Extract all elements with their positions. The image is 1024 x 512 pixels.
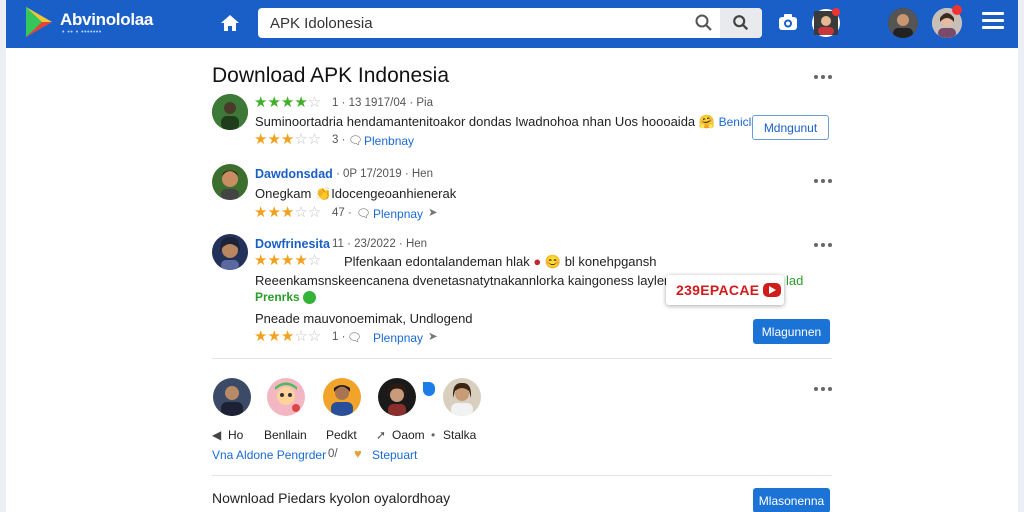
review-author[interactable]: Dawdonsdad: [255, 167, 333, 181]
review-date: · 0P 17/2019 · Hen: [336, 168, 433, 180]
person-avatar-icon: [323, 378, 361, 416]
reply-count: 3 ·: [332, 134, 346, 146]
comment-icon[interactable]: 🗨: [347, 330, 362, 344]
emoji-icon: 🤗: [698, 114, 715, 129]
comment-icon[interactable]: 🗨: [356, 206, 371, 220]
person-avatar-icon: [212, 234, 248, 270]
chat-icon[interactable]: [423, 382, 435, 396]
heart-icon[interactable]: ♥: [354, 446, 362, 461]
reply-count: 47 ·: [332, 207, 352, 219]
check-icon: [303, 291, 317, 305]
main-card: Download APK Indonesia ★★★★☆ 1 · 13 1917…: [6, 48, 1018, 512]
more-options-icon[interactable]: [814, 240, 834, 250]
brand-name[interactable]: Abvinololaa: [60, 10, 153, 30]
reply-link[interactable]: Plenpnay: [373, 331, 423, 345]
person-avatar-icon: [213, 378, 251, 416]
footer-link[interactable]: Vna Aldone Pengrder: [212, 448, 326, 462]
review-text: Pneade mauvonoemimak, Undlogend: [255, 311, 473, 326]
emoji-icon: 👏: [315, 186, 332, 201]
divider: [212, 358, 832, 359]
review-author[interactable]: Dowfrinesita: [255, 237, 330, 251]
divider: [212, 475, 832, 476]
star-rating: ★★★★☆: [254, 94, 322, 111]
search-bar: [258, 8, 762, 38]
review-text: Reeenkamsnskeencanena dvenetasnatytnakan…: [255, 273, 683, 288]
brand-tagline: • •• • •••••••: [62, 29, 102, 36]
promo-badge[interactable]: 239EPACAE: [666, 275, 784, 305]
share-icon[interactable]: ➤: [428, 205, 438, 219]
camera-icon: [779, 14, 797, 30]
page-title: Download APK Indonesia: [212, 64, 449, 87]
share-icon[interactable]: ➤: [428, 329, 438, 343]
review-text: Suminoortadria hendamantenitoakor dondas…: [255, 114, 765, 129]
person-avatar[interactable]: [267, 378, 305, 416]
emoji-icon: 😊: [544, 254, 562, 269]
send-icon[interactable]: ➚: [376, 428, 386, 442]
star-rating: ★★★★☆: [254, 252, 322, 269]
review-action-button[interactable]: Mlagunnen: [753, 319, 830, 344]
avatar[interactable]: [212, 234, 248, 270]
home-button[interactable]: [216, 10, 244, 36]
review-date: 11 · 23/2022 · Hen: [332, 238, 428, 250]
more-options-icon[interactable]: [814, 384, 834, 394]
person-avatar-icon: [212, 94, 248, 130]
search-input[interactable]: [270, 13, 690, 33]
person-avatar[interactable]: [443, 378, 481, 416]
footer-separator: 0/: [328, 448, 338, 460]
more-options-icon[interactable]: [814, 72, 834, 82]
person-avatar-icon: [888, 8, 918, 38]
person-avatar[interactable]: [213, 378, 251, 416]
review-text-end: lad: [786, 273, 804, 288]
reply-count: 1 ·: [332, 331, 346, 343]
review-tag: Prenrks: [255, 290, 317, 305]
avatar[interactable]: [212, 94, 248, 130]
person-avatar-icon: [443, 378, 481, 416]
reply-link[interactable]: Plenpnay: [373, 207, 423, 221]
person-name[interactable]: Benllain: [264, 428, 307, 442]
play-badge-icon: [763, 283, 782, 297]
flag-icon[interactable]: ◀: [212, 428, 221, 442]
play-logo-icon[interactable]: [22, 5, 58, 39]
person-avatar[interactable]: [323, 378, 361, 416]
review-action-button[interactable]: Mdngunut: [752, 115, 829, 140]
search-icon: [733, 15, 749, 31]
menu-icon[interactable]: [982, 12, 1004, 30]
comment-icon[interactable]: 🗨: [348, 133, 363, 147]
person-avatar-icon: [212, 164, 248, 200]
heart-icon: ●: [533, 254, 542, 269]
review-meta: 1 · 13 1917/04 · Pia: [332, 97, 434, 109]
reply-link[interactable]: Plenbnay: [364, 134, 414, 148]
star-rating: ★★★☆☆: [254, 328, 322, 345]
person-avatar-icon: [378, 378, 416, 416]
profile-avatar-2[interactable]: [888, 8, 918, 38]
person-avatar-icon: [267, 378, 305, 416]
person-name[interactable]: Oaom: [392, 428, 425, 442]
person-name[interactable]: Pedkt: [326, 428, 357, 442]
search-icon[interactable]: [694, 13, 714, 33]
review-text: Plfenkaan edontalandeman hlak ● 😊 bl kon…: [344, 254, 657, 269]
top-bar: Abvinololaa • •• • •••••••: [6, 0, 1018, 48]
avatar[interactable]: [212, 164, 248, 200]
camera-button[interactable]: [774, 9, 802, 37]
section-text: Nownload Piedars kyolon oyalordhoay: [212, 490, 451, 506]
notification-dot: [832, 8, 840, 16]
notification-dot: [952, 5, 962, 15]
person-avatar[interactable]: [378, 378, 416, 416]
section-action-button[interactable]: Mlasonenna: [753, 488, 830, 512]
person-name[interactable]: Ho: [228, 428, 243, 442]
review-text: Onegkam 👏Idocengeoanhienerak: [255, 186, 457, 201]
star-rating: ★★★☆☆: [254, 131, 322, 148]
person-name[interactable]: Stalka: [443, 428, 476, 442]
more-options-icon[interactable]: [814, 176, 834, 186]
search-button[interactable]: [720, 8, 762, 38]
footer-action-link[interactable]: Stepuart: [372, 448, 417, 462]
separator-dot: •: [431, 428, 436, 442]
home-icon: [221, 15, 239, 31]
star-rating: ★★★☆☆: [254, 204, 322, 221]
